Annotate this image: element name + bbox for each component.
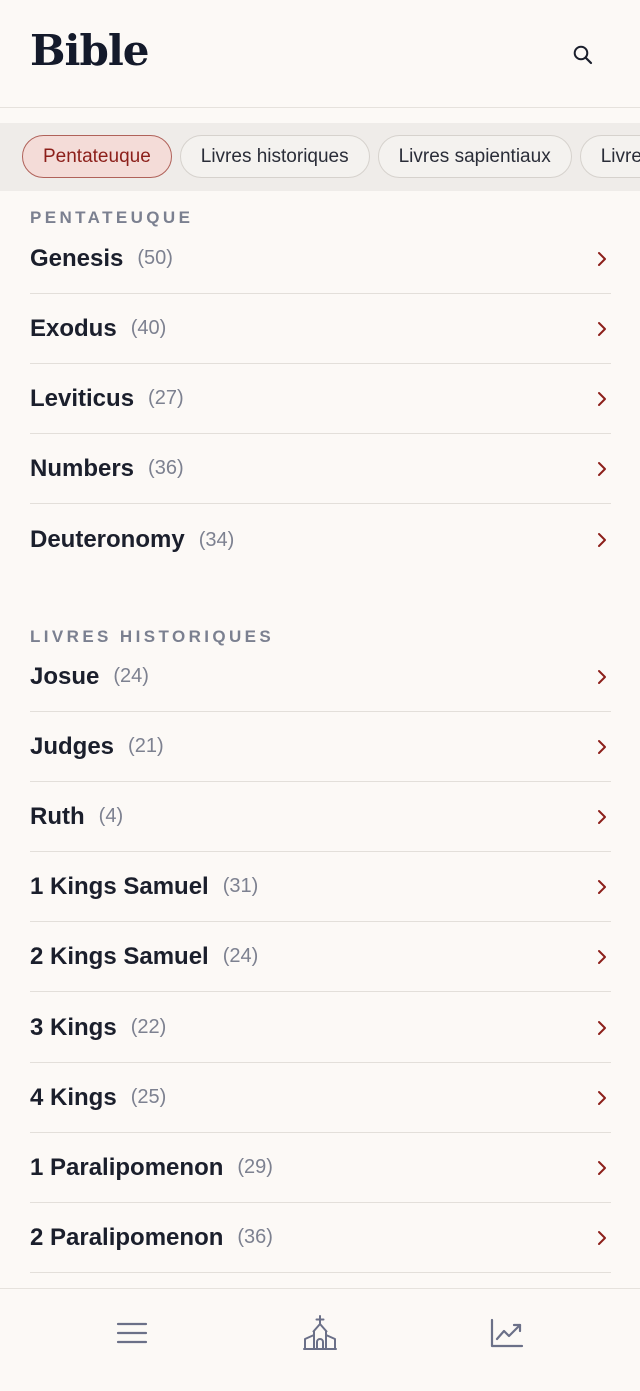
book-row[interactable]: Josue (24) xyxy=(30,642,611,712)
chapter-count: (34) xyxy=(198,528,235,551)
menu-icon xyxy=(116,1322,148,1344)
book-row[interactable]: Numbers (36) xyxy=(30,434,611,504)
search-button[interactable] xyxy=(566,38,600,72)
category-chip-bar[interactable]: Pentateuque Livres historiques Livres sa… xyxy=(0,123,640,191)
chapter-count: (4) xyxy=(98,805,124,827)
app-header: Bible xyxy=(0,0,640,108)
chevron-right-icon xyxy=(598,739,606,754)
chevron-right-icon xyxy=(598,1090,606,1105)
book-name: Josue xyxy=(30,662,100,690)
tab-progress[interactable] xyxy=(485,1311,529,1355)
book-name: 2 Kings Samuel xyxy=(30,942,209,970)
book-row[interactable]: 1 Kings Samuel (31) xyxy=(30,852,611,922)
chapter-count: (22) xyxy=(130,1016,167,1038)
book-name: 1 Kings Samuel xyxy=(30,872,209,900)
chevron-right-icon xyxy=(598,809,606,824)
app-title: Bible xyxy=(30,26,149,75)
book-name: Genesis xyxy=(30,244,124,272)
chapter-count: (50) xyxy=(137,247,173,269)
chart-trend-icon xyxy=(490,1318,524,1348)
book-row[interactable]: Deuteronomy (34) xyxy=(30,505,611,575)
chevron-right-icon xyxy=(598,533,606,547)
book-row[interactable]: 4 Kings (25) xyxy=(30,1063,611,1133)
chevron-right-icon xyxy=(598,251,606,266)
book-row[interactable]: Ruth (4) xyxy=(30,782,611,852)
chevron-right-icon xyxy=(598,461,606,476)
chapter-count: (40) xyxy=(130,317,167,339)
chevron-right-icon xyxy=(598,949,606,964)
book-row[interactable]: Genesis (50) xyxy=(30,224,611,294)
tab-church[interactable] xyxy=(298,1311,342,1355)
book-row[interactable]: 2 Kings Samuel (24) xyxy=(30,922,611,992)
chapter-count: (21) xyxy=(128,735,164,757)
book-name: Deuteronomy xyxy=(30,526,185,553)
bottom-tab-bar xyxy=(0,1288,640,1391)
church-icon xyxy=(303,1315,337,1350)
book-name: Numbers xyxy=(30,454,135,482)
book-name: 1 Paralipomenon xyxy=(30,1153,224,1181)
chevron-right-icon xyxy=(598,391,606,406)
chevron-right-icon xyxy=(598,1160,606,1175)
book-name: Leviticus xyxy=(30,384,135,412)
book-row[interactable]: Judges (21) xyxy=(30,712,611,782)
book-row[interactable]: Exodus (40) xyxy=(30,294,611,364)
chapter-count: (36) xyxy=(237,1226,273,1248)
chevron-right-icon xyxy=(598,1230,606,1245)
book-name: 4 Kings xyxy=(30,1083,117,1111)
book-row[interactable]: Leviticus (27) xyxy=(30,364,611,434)
book-name: Judges xyxy=(30,732,115,760)
book-name: Exodus xyxy=(30,314,117,342)
chapter-count: (25) xyxy=(130,1086,167,1108)
chevron-right-icon xyxy=(598,321,606,336)
book-row[interactable]: 3 Kings (22) xyxy=(30,993,611,1063)
chip-livres-prophetiques[interactable]: Livres prophétiques xyxy=(579,135,640,178)
chevron-right-icon xyxy=(598,669,606,684)
chapter-count: (24) xyxy=(222,945,259,967)
book-row[interactable]: 1 Paralipomenon (29) xyxy=(30,1133,611,1203)
category-chips: Pentateuque Livres historiques Livres sa… xyxy=(22,135,640,178)
book-name: 2 Paralipomenon xyxy=(30,1223,224,1251)
chapter-count: (36) xyxy=(148,457,184,479)
book-name: Ruth xyxy=(30,802,85,830)
tab-menu[interactable] xyxy=(110,1311,154,1355)
chip-pentateuque[interactable]: Pentateuque xyxy=(22,135,172,178)
chapter-count: (29) xyxy=(237,1156,273,1178)
chevron-right-icon xyxy=(598,879,606,894)
chapter-count: (31) xyxy=(222,875,259,897)
chevron-right-icon xyxy=(598,1020,606,1035)
book-row[interactable]: 2 Paralipomenon (36) xyxy=(30,1203,611,1273)
chapter-count: (24) xyxy=(113,665,149,687)
book-name: 3 Kings xyxy=(30,1013,117,1041)
chip-livres-historiques[interactable]: Livres historiques xyxy=(179,135,370,178)
search-icon xyxy=(573,45,593,65)
chapter-count: (27) xyxy=(148,387,184,409)
chip-livres-sapientiaux[interactable]: Livres sapientiaux xyxy=(377,135,572,178)
